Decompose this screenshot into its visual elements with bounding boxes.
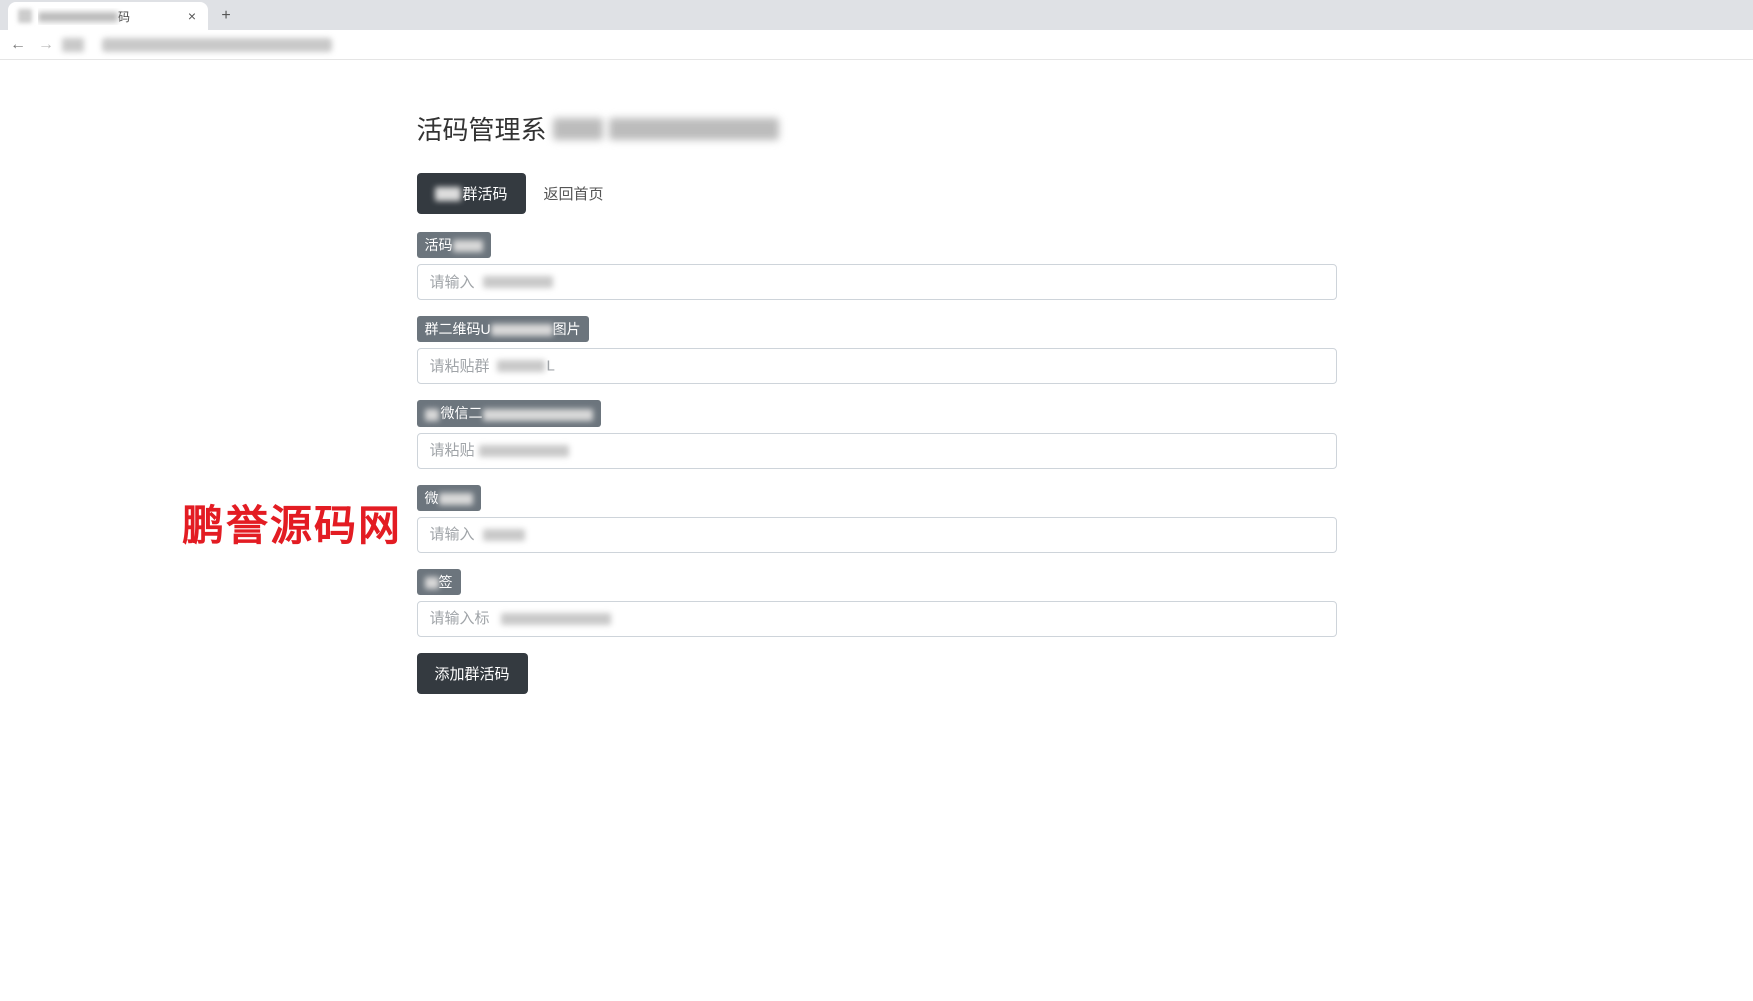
tab-return-home[interactable]: 返回首页 (526, 173, 622, 214)
reload-icon-blurred (62, 38, 84, 52)
label-group-qr-url: 群二维码U图片 (417, 316, 589, 342)
label-tags: 签 (417, 569, 461, 595)
browser-chrome: 码 × + ← → (0, 0, 1753, 60)
form-group-wechat-id: 微 (417, 485, 1337, 553)
browser-tabs-row: 码 × + (0, 0, 1753, 30)
input-wechat-id[interactable] (417, 517, 1337, 553)
input-tags[interactable] (417, 601, 1337, 637)
new-tab-button[interactable]: + (214, 4, 238, 28)
submit-add-group-code[interactable]: 添加群活码 (417, 653, 528, 694)
forward-button[interactable]: → (34, 33, 58, 57)
input-wechat-qr[interactable] (417, 433, 1337, 469)
back-button[interactable]: ← (6, 33, 30, 57)
form-group-tags: 签 (417, 569, 1337, 637)
input-code-title[interactable] (417, 264, 1337, 300)
nav-tabs: 群活码 返回首页 (417, 173, 1337, 214)
page-content: 活码管理系 群活码 返回首页 活码 群二维码U图片 (0, 60, 1753, 694)
form-group-wechat-qr: 微信二 (417, 400, 1337, 468)
form-group-qr-url: 群二维码U图片 L (417, 316, 1337, 384)
label-code-title: 活码 (417, 232, 491, 258)
form-container: 活码管理系 群活码 返回首页 活码 群二维码U图片 (417, 110, 1337, 694)
placeholder-suffix: L (547, 358, 555, 375)
address-bar-blurred[interactable] (102, 38, 332, 52)
label-wechat-id: 微 (417, 485, 481, 511)
tab-close-icon[interactable]: × (186, 8, 198, 24)
label-wechat-qr: 微信二 (417, 400, 601, 426)
tab-title: 码 (38, 8, 180, 25)
page-title: 活码管理系 (417, 110, 1337, 147)
tab-favicon (18, 9, 32, 23)
form-group-title: 活码 (417, 232, 1337, 300)
browser-toolbar: ← → (0, 30, 1753, 60)
tab-add-group-code[interactable]: 群活码 (417, 173, 526, 214)
browser-tab-active[interactable]: 码 × (8, 2, 208, 30)
